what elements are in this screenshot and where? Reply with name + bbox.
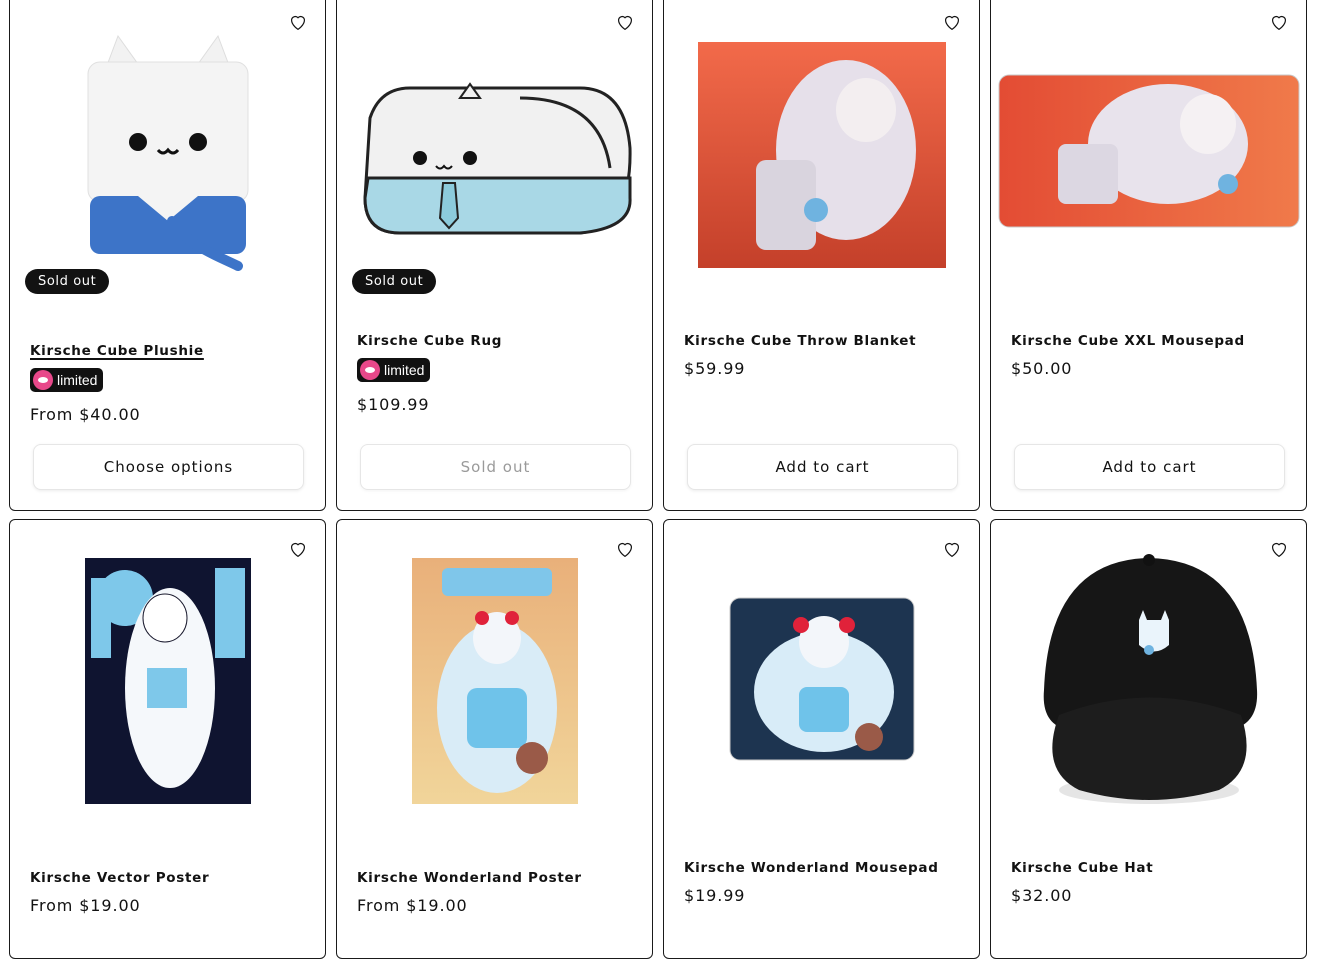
product-title[interactable]: Kirsche Cube XXL Mousepad — [1011, 333, 1245, 349]
heart-outline-icon[interactable] — [614, 11, 636, 33]
add-to-cart-button[interactable]: Add to cart — [687, 444, 958, 490]
product-image-plushie[interactable] — [10, 21, 325, 281]
product-image-rug[interactable] — [337, 53, 652, 253]
product-image-vector-poster[interactable] — [10, 556, 325, 806]
product-card[interactable]: Kirsche Cube Hat $32.00 — [990, 519, 1307, 959]
product-title[interactable]: Kirsche Vector Poster — [30, 870, 209, 886]
product-price: $50.00 — [1011, 359, 1073, 378]
product-title[interactable]: Kirsche Cube Plushie — [30, 343, 204, 359]
product-price: From $19.00 — [357, 896, 468, 915]
limited-logo-icon — [33, 370, 53, 390]
limited-label: limited — [57, 372, 98, 388]
sold-out-badge: Sold out — [25, 269, 110, 294]
product-title[interactable]: Kirsche Cube Hat — [1011, 860, 1153, 876]
product-image-xxl-mousepad[interactable] — [991, 71, 1306, 231]
product-price: $19.99 — [684, 886, 746, 905]
product-title[interactable]: Kirsche Cube Rug — [357, 333, 502, 349]
heart-outline-icon[interactable] — [1268, 11, 1290, 33]
product-card[interactable]: Kirsche Cube XXL Mousepad $50.00 Add to … — [990, 0, 1307, 511]
choose-options-button[interactable]: Choose options — [33, 444, 304, 490]
product-card[interactable]: Kirsche Cube Throw Blanket $59.99 Add to… — [663, 0, 980, 511]
product-card[interactable]: Kirsche Vector Poster From $19.00 — [9, 519, 326, 959]
add-to-cart-button[interactable]: Add to cart — [1014, 444, 1285, 490]
product-card[interactable]: Kirsche Wonderland Poster From $19.00 — [336, 519, 653, 959]
sold-out-button[interactable]: Sold out — [360, 444, 631, 490]
product-image-wonderland-mousepad[interactable] — [664, 596, 979, 762]
limited-tag: limited — [30, 368, 104, 392]
limited-logo-icon — [360, 360, 380, 380]
product-price: $109.99 — [357, 395, 430, 414]
product-image-wonderland-poster[interactable] — [337, 556, 652, 806]
heart-outline-icon[interactable] — [941, 538, 963, 560]
product-image-cube-hat[interactable] — [991, 540, 1306, 810]
product-title[interactable]: Kirsche Wonderland Poster — [357, 870, 582, 886]
product-card[interactable]: Kirsche Wonderland Mousepad $19.99 — [663, 519, 980, 959]
limited-label: limited — [384, 362, 425, 378]
product-price: $32.00 — [1011, 886, 1073, 905]
product-card[interactable]: Sold out Kirsche Cube Rug limited $109.9… — [336, 0, 653, 511]
product-price: From $40.00 — [30, 405, 141, 424]
limited-tag: limited — [357, 358, 431, 382]
heart-outline-icon[interactable] — [941, 11, 963, 33]
product-price: From $19.00 — [30, 896, 141, 915]
sold-out-badge: Sold out — [352, 269, 437, 294]
product-title[interactable]: Kirsche Wonderland Mousepad — [684, 860, 939, 876]
product-image-throw-blanket[interactable] — [664, 37, 979, 273]
product-title[interactable]: Kirsche Cube Throw Blanket — [684, 333, 916, 349]
product-card[interactable]: Sold out Kirsche Cube Plushie limited Fr… — [9, 0, 326, 511]
product-price: $59.99 — [684, 359, 746, 378]
